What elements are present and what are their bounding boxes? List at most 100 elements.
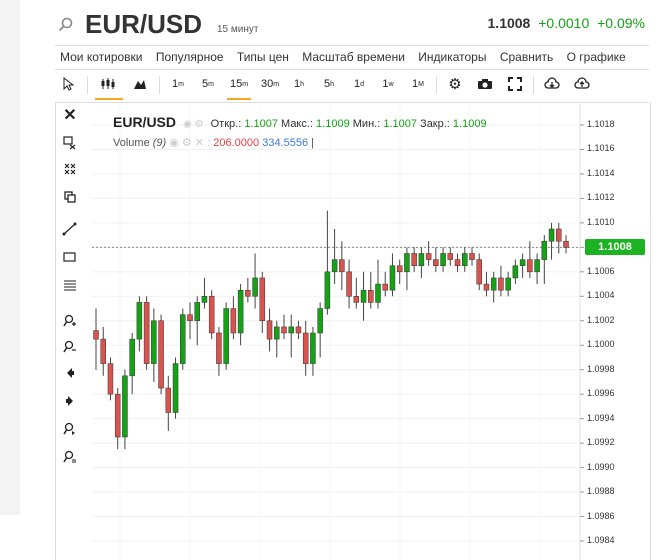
candle: [194, 296, 200, 346]
y-tick-label: 1.1004: [587, 290, 615, 301]
candle-body: [476, 259, 482, 285]
candle: [201, 277, 208, 309]
candle: [274, 320, 280, 358]
candle: [295, 320, 302, 340]
candle: [165, 375, 172, 431]
ohlc-legend: EUR/USD ◉ ⚙ Откр.: 1.1007 Макс.: 1.1009 …: [113, 114, 487, 130]
candle-body: [100, 338, 106, 364]
candle-body: [512, 265, 519, 279]
candle-body: [360, 289, 367, 303]
candle-body: [245, 289, 251, 297]
candle-body: [519, 259, 526, 266]
high-value: 1.1009: [316, 118, 350, 130]
candle-body: [368, 289, 374, 303]
candle: [346, 259, 352, 309]
candle-body: [317, 308, 323, 334]
close-value: 1.1009: [452, 118, 487, 130]
candle-body: [396, 265, 403, 273]
candle-body: [266, 320, 273, 340]
candle-body: [223, 308, 229, 364]
candle: [187, 302, 193, 340]
candle: [462, 247, 468, 272]
y-tick-label: 1.1010: [587, 216, 615, 227]
candle-body: [274, 326, 280, 340]
candle-body: [281, 326, 287, 334]
candle-body: [331, 259, 338, 273]
candle-body: [252, 277, 258, 297]
candle-body: [548, 228, 555, 242]
candle: [151, 308, 157, 382]
y-tick-label: 1.0988: [587, 486, 615, 497]
candle-body: [447, 253, 454, 260]
y-tick-label: 1.1014: [587, 167, 615, 178]
candle-body: [469, 253, 475, 260]
y-tick-label: 1.0986: [587, 510, 615, 521]
low-value: 1.1007: [383, 118, 417, 130]
current-price-tag: 1.1008: [585, 239, 645, 255]
candle: [208, 290, 215, 340]
candle-body: [143, 302, 150, 364]
candle: [433, 247, 439, 272]
candle-body: [353, 296, 360, 303]
candle-body: [483, 283, 490, 291]
candle-body: [563, 240, 569, 248]
y-tick-label: 1.0990: [587, 461, 615, 472]
candle: [534, 253, 540, 285]
candle: [556, 222, 562, 254]
candle: [317, 302, 323, 358]
low-label: Мин.:: [352, 118, 381, 130]
candle: [281, 314, 287, 340]
candle: [230, 296, 237, 340]
candle: [447, 247, 454, 266]
candle: [223, 302, 229, 370]
candle-body: [187, 314, 193, 322]
candle: [476, 253, 482, 291]
candle-body: [107, 363, 114, 395]
candle: [418, 247, 425, 278]
candle-body: [375, 283, 381, 303]
candle: [143, 296, 150, 370]
y-tick-label: 1.1012: [587, 192, 615, 203]
y-tick-label: 1.1002: [587, 314, 615, 325]
candle: [389, 253, 396, 297]
candle-body: [527, 259, 533, 273]
close-label: Закр.:: [420, 118, 450, 130]
open-label: Откр.:: [210, 118, 242, 130]
eye-icon[interactable]: ◉ ⚙: [183, 119, 203, 130]
candle-body: [151, 320, 157, 364]
candle: [114, 388, 121, 450]
volume-value-1: 206.0000: [213, 137, 260, 149]
candlestick-chart[interactable]: [0, 0, 665, 560]
high-label: Макс.:: [281, 118, 313, 130]
volume-param: (9): [152, 137, 167, 149]
candle: [519, 253, 526, 278]
candle-body: [418, 253, 425, 266]
open-value: 1.1007: [244, 118, 278, 130]
y-tick-label: 1.1006: [587, 265, 615, 276]
y-tick-label: 1.0992: [587, 437, 615, 448]
candle-body: [411, 253, 417, 266]
candle-body: [498, 277, 504, 291]
candle-body: [136, 302, 143, 340]
y-tick-label: 1.1000: [587, 339, 615, 350]
candle-body: [454, 259, 461, 266]
candle-body: [216, 332, 222, 364]
candle-body: [288, 326, 294, 334]
candle: [353, 277, 360, 309]
candle-body: [194, 302, 200, 322]
candle: [180, 308, 186, 370]
volume-options-icon[interactable]: ◉ ⚙ ✕ :: [169, 137, 210, 149]
candle: [122, 369, 128, 450]
candle: [107, 357, 114, 401]
y-tick-label: 1.0984: [587, 535, 615, 545]
candle: [512, 259, 519, 285]
candle: [382, 271, 388, 297]
candle-body: [505, 277, 511, 291]
legend-symbol: EUR/USD: [113, 114, 177, 130]
candle: [505, 271, 511, 297]
candle-body: [237, 289, 244, 334]
candle-body: [339, 259, 345, 273]
candle: [331, 229, 338, 285]
candle-body: [462, 253, 468, 266]
candle: [339, 241, 345, 291]
